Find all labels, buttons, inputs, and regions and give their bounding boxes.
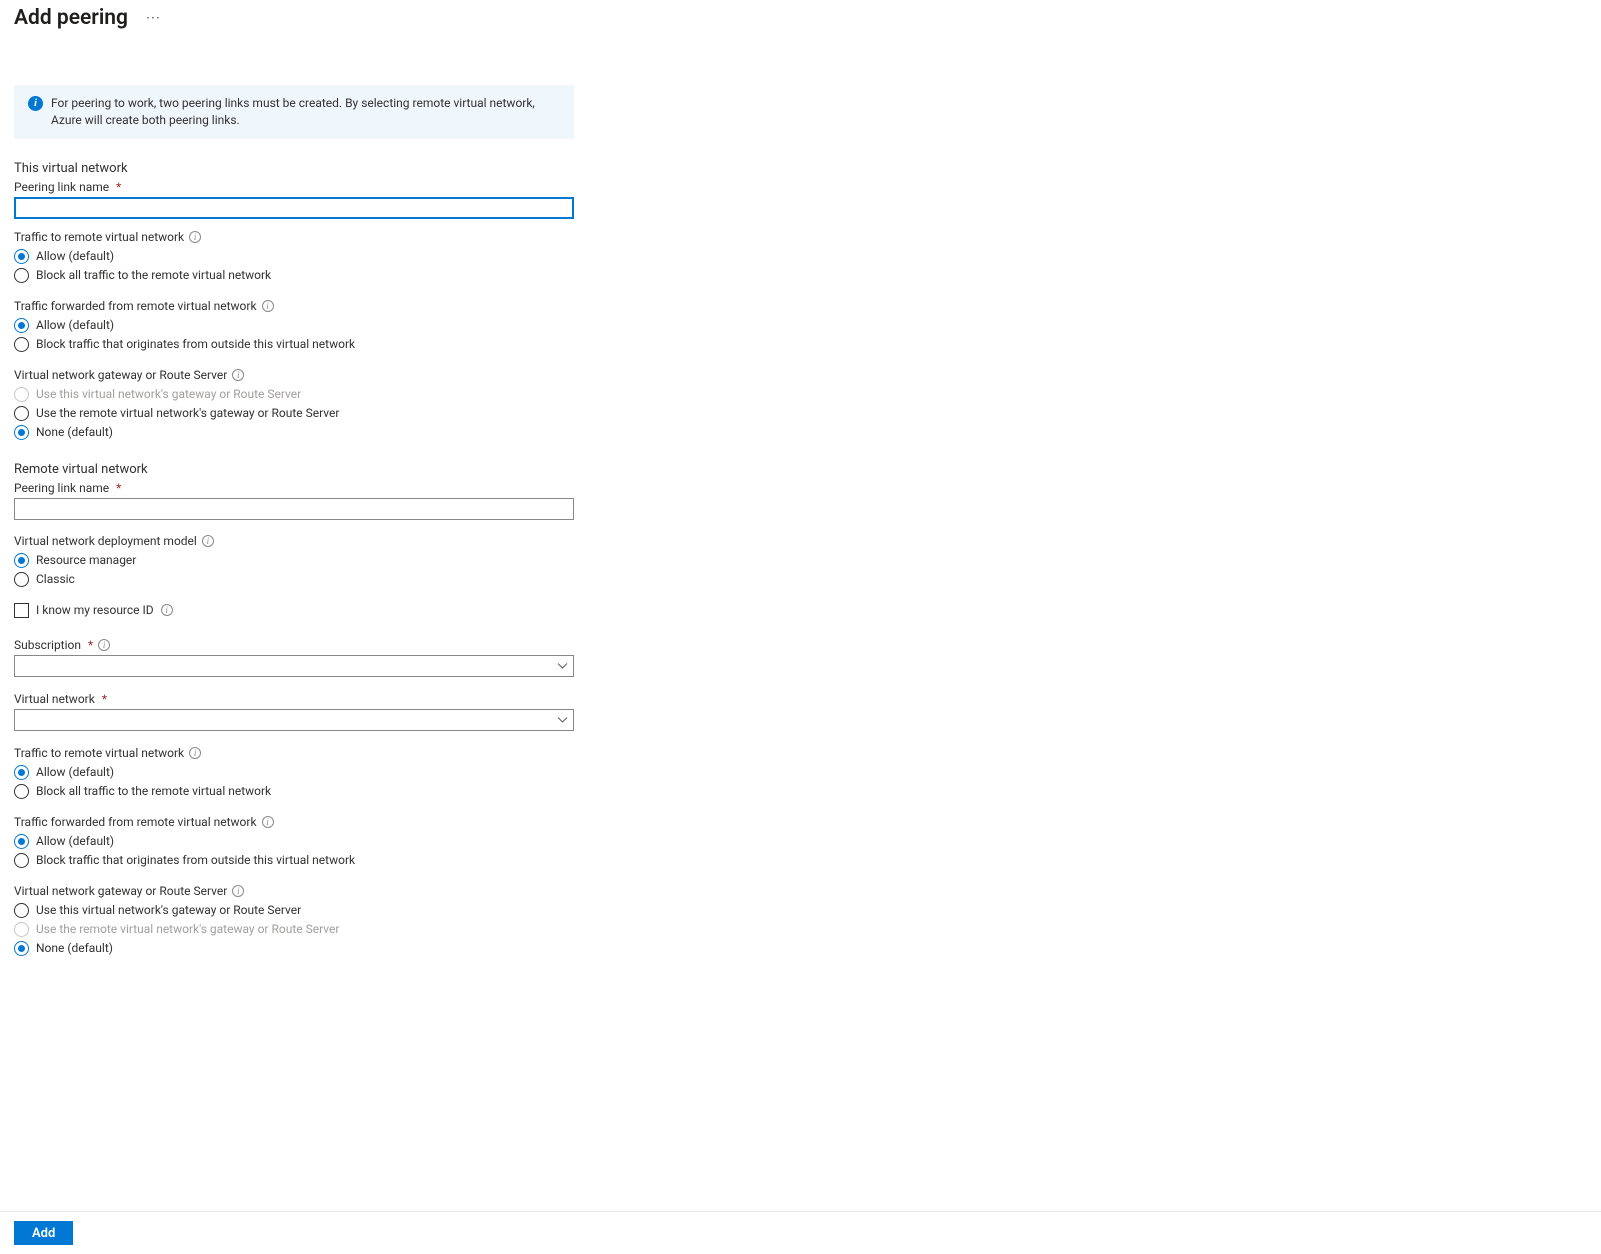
radio-icon	[14, 834, 29, 849]
radio-icon	[14, 903, 29, 918]
this-peering-link-name-input[interactable]	[14, 197, 574, 219]
radio-icon	[14, 572, 29, 587]
remote-gateway-use-remote-radio: Use the remote virtual network's gateway…	[14, 920, 574, 939]
deployment-model-classic-radio[interactable]: Classic	[14, 570, 574, 589]
remote-traffic-forwarded-label: Traffic forwarded from remote virtual ne…	[14, 815, 574, 829]
deployment-model-label: Virtual network deployment model i	[14, 534, 574, 548]
radio-icon	[14, 337, 29, 352]
virtual-network-select[interactable]	[14, 709, 574, 731]
radio-icon	[14, 387, 29, 402]
remote-traffic-to-remote-label: Traffic to remote virtual network i	[14, 746, 574, 760]
this-vnet-heading: This virtual network	[14, 161, 574, 176]
info-icon[interactable]: i	[232, 369, 244, 381]
info-icon[interactable]: i	[189, 747, 201, 759]
this-traffic-forwarded-label: Traffic forwarded from remote virtual ne…	[14, 299, 574, 313]
remote-gateway-none-radio[interactable]: None (default)	[14, 939, 574, 958]
checkbox-icon	[14, 603, 29, 618]
this-traffic-to-remote-allow-radio[interactable]: Allow (default)	[14, 247, 574, 266]
remote-traffic-forwarded-allow-radio[interactable]: Allow (default)	[14, 832, 574, 851]
required-asterisk: *	[116, 180, 121, 194]
info-icon[interactable]: i	[98, 639, 110, 651]
info-icon[interactable]: i	[161, 604, 173, 616]
this-traffic-to-remote-block-radio[interactable]: Block all traffic to the remote virtual …	[14, 266, 574, 285]
remote-traffic-to-remote-allow-radio[interactable]: Allow (default)	[14, 763, 574, 782]
info-icon[interactable]: i	[262, 300, 274, 312]
this-peering-link-name-label: Peering link name*	[14, 180, 574, 194]
radio-icon	[14, 425, 29, 440]
virtual-network-label: Virtual network*	[14, 692, 574, 706]
this-gateway-use-remote-radio[interactable]: Use the remote virtual network's gateway…	[14, 404, 574, 423]
info-icon[interactable]: i	[262, 816, 274, 828]
radio-icon	[14, 922, 29, 937]
subscription-label: Subscription* i	[14, 638, 574, 652]
info-icon[interactable]: i	[232, 885, 244, 897]
remote-peering-link-name-label: Peering link name*	[14, 481, 574, 495]
remote-traffic-to-remote-block-radio[interactable]: Block all traffic to the remote virtual …	[14, 782, 574, 801]
this-traffic-forwarded-allow-radio[interactable]: Allow (default)	[14, 316, 574, 335]
info-icon[interactable]: i	[202, 535, 214, 547]
deployment-model-rm-radio[interactable]: Resource manager	[14, 551, 574, 570]
know-resource-id-checkbox[interactable]: I know my resource ID i	[14, 603, 574, 618]
this-traffic-forwarded-block-radio[interactable]: Block traffic that originates from outsi…	[14, 335, 574, 354]
info-banner: i For peering to work, two peering links…	[14, 85, 574, 139]
radio-icon	[14, 784, 29, 799]
radio-icon	[14, 318, 29, 333]
page-title: Add peering	[14, 6, 128, 30]
info-icon: i	[28, 96, 43, 111]
remote-vnet-heading: Remote virtual network	[14, 462, 574, 477]
radio-icon	[14, 553, 29, 568]
radio-icon	[14, 249, 29, 264]
this-gateway-none-radio[interactable]: None (default)	[14, 423, 574, 442]
required-asterisk: *	[88, 638, 93, 652]
info-banner-text: For peering to work, two peering links m…	[51, 95, 560, 129]
footer-bar: Add	[0, 1211, 1601, 1254]
this-gateway-use-this-radio: Use this virtual network's gateway or Ro…	[14, 385, 574, 404]
radio-icon	[14, 268, 29, 283]
required-asterisk: *	[116, 481, 121, 495]
this-traffic-to-remote-label: Traffic to remote virtual network i	[14, 230, 574, 244]
subscription-select[interactable]	[14, 655, 574, 677]
remote-gateway-use-this-radio[interactable]: Use this virtual network's gateway or Ro…	[14, 901, 574, 920]
remote-gateway-label: Virtual network gateway or Route Server …	[14, 884, 574, 898]
this-gateway-label: Virtual network gateway or Route Server …	[14, 368, 574, 382]
more-actions-button[interactable]: ···	[142, 9, 165, 28]
remote-traffic-forwarded-block-radio[interactable]: Block traffic that originates from outsi…	[14, 851, 574, 870]
radio-icon	[14, 853, 29, 868]
remote-peering-link-name-input[interactable]	[14, 498, 574, 520]
add-button[interactable]: Add	[14, 1221, 73, 1245]
radio-icon	[14, 941, 29, 956]
info-icon[interactable]: i	[189, 231, 201, 243]
required-asterisk: *	[102, 692, 107, 706]
radio-icon	[14, 765, 29, 780]
radio-icon	[14, 406, 29, 421]
page-header: Add peering ···	[14, 6, 1587, 30]
